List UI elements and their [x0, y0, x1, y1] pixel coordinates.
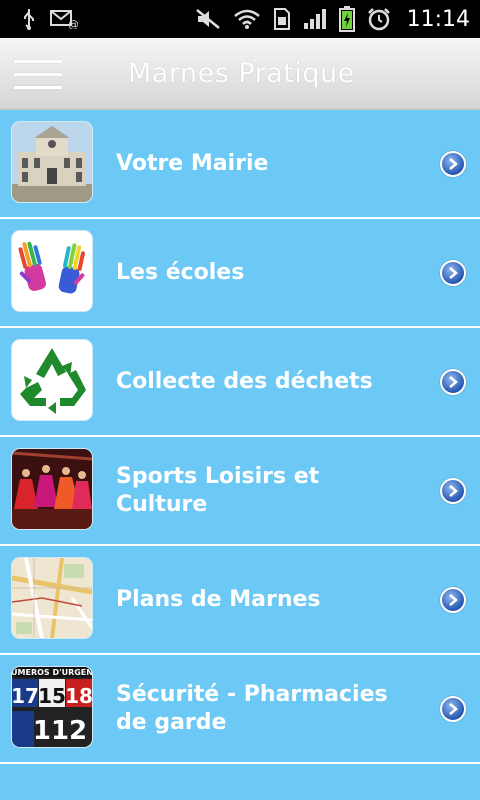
- list-item-collecte-dechets[interactable]: Collecte des déchets: [0, 328, 480, 437]
- list-item-les-ecoles[interactable]: Les écoles: [0, 219, 480, 328]
- mute-icon: [195, 8, 221, 30]
- chevron-right-icon: [440, 368, 466, 395]
- number-15: 15: [38, 684, 66, 708]
- list-item-label: Votre Mairie: [116, 150, 269, 176]
- list-item-label: Plans de Marnes: [116, 586, 321, 612]
- emergency-header-text: UMEROS D'URGEN: [12, 668, 92, 677]
- action-bar: Marnes Pratique: [0, 38, 480, 110]
- status-clock: 11:14: [406, 6, 470, 32]
- sim-icon: [273, 8, 291, 30]
- menu-list: Votre Mairie Les écoles Collecte des déc…: [0, 110, 480, 764]
- email-icon: @: [50, 9, 78, 29]
- chevron-right-icon: [440, 477, 466, 504]
- map-photo: [12, 558, 92, 638]
- number-112: 112: [33, 716, 87, 746]
- chevron-right-icon: [440, 586, 466, 613]
- list-item-votre-mairie[interactable]: Votre Mairie: [0, 110, 480, 219]
- list-item-label: Sécurité - Pharmacies de garde: [116, 681, 388, 735]
- list-item-plans-de-marnes[interactable]: Plans de Marnes: [0, 546, 480, 655]
- mairie-photo: [12, 122, 92, 202]
- status-bar: @ 11:14: [0, 0, 480, 38]
- usb-icon: [22, 8, 36, 30]
- list-item-securite-pharmacies[interactable]: UMEROS D'URGEN 17 15 18 112 Sécurité - P…: [0, 655, 480, 764]
- battery-icon: [338, 6, 355, 32]
- dance-photo: [12, 449, 92, 529]
- svg-text:@: @: [68, 18, 78, 29]
- list-item-sports-loisirs-culture[interactable]: Sports Loisirs et Culture: [0, 437, 480, 546]
- chevron-right-icon: [440, 150, 466, 177]
- recycle-icon: [12, 340, 92, 420]
- app-title: Marnes Pratique: [128, 58, 355, 89]
- emergency-numbers-image: UMEROS D'URGEN 17 15 18 112: [12, 667, 92, 747]
- list-item-label: Les écoles: [116, 259, 245, 285]
- chevron-right-icon: [440, 259, 466, 286]
- list-item-label: Sports Loisirs et Culture: [116, 463, 320, 517]
- number-18: 18: [65, 684, 92, 708]
- hands-photo: [12, 231, 92, 311]
- hamburger-menu-icon[interactable]: [14, 60, 62, 90]
- number-17: 17: [12, 684, 39, 708]
- chevron-right-icon: [440, 695, 466, 722]
- list-item-label: Collecte des déchets: [116, 368, 373, 394]
- signal-icon: [303, 8, 327, 30]
- alarm-icon: [367, 7, 391, 31]
- wifi-icon: [233, 8, 261, 30]
